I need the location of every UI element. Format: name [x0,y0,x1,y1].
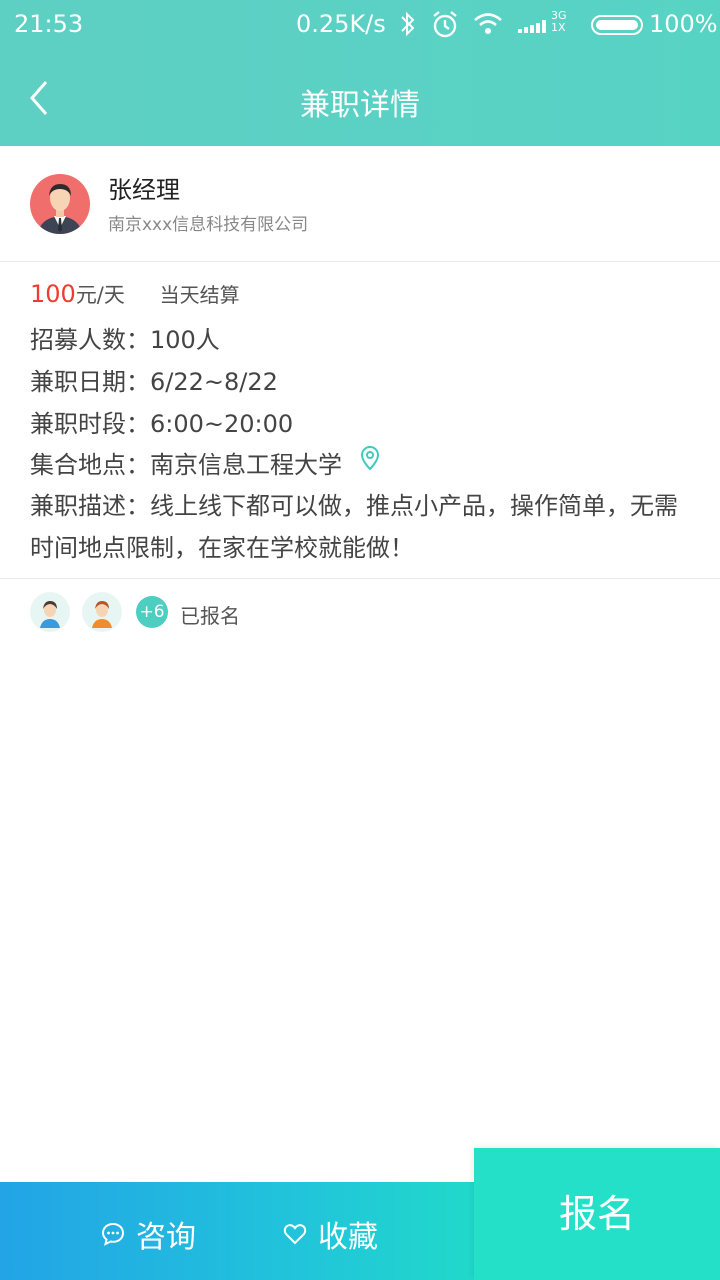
collect-button[interactable]: 收藏 [282,1212,378,1256]
user-avatar-icon [92,601,112,628]
consult-label: 咨询 [136,1220,196,1255]
employer-company: 南京xxx信息科技有限公司 [108,215,309,235]
signed-up-users[interactable]: +6 已报名 [0,580,720,644]
salary-value: 100 [30,280,76,308]
battery-icon [591,15,643,35]
status-bar: 21:53 0.25K/s 3G 1X 100% [0,0,720,50]
avatar-icon [30,174,90,234]
network-type-bottom: 1X [551,21,566,34]
employer-profile[interactable]: 张经理 南京xxx信息科技有限公司 [0,146,720,262]
alarm-icon [433,11,457,38]
page-title: 兼职详情 [300,88,420,123]
collect-label: 收藏 [318,1220,378,1255]
heart-icon [283,1224,307,1245]
location-pin-icon[interactable] [360,445,380,471]
meeting-location-row: 集合地点：南京信息工程大学 [30,445,380,480]
signed-up-label: 已报名 [180,604,240,628]
bluetooth-icon [401,11,415,37]
recruit-count: 招募人数：100人 [30,326,220,354]
battery-level: 100% [649,10,718,38]
chat-bubble-icon [101,1222,125,1246]
job-detail-section: 100元/天 当天结算 招募人数：100人 兼职日期：6/22~8/22 兼职时… [0,263,720,579]
apply-button[interactable]: 报名 [474,1148,720,1280]
job-description: 兼职描述：线上线下都可以做，推点小产品，操作简单，无需时间地点限制，在家在学校就… [30,492,678,562]
signed-user-avatar [30,592,70,632]
settlement-type: 当天结算 [159,283,240,307]
more-users-badge: +6 [136,596,168,628]
user-avatar-icon [40,601,60,628]
avatar [30,174,90,234]
employer-name: 张经理 [108,176,180,204]
wifi-icon [474,13,502,34]
header-bar: 21:53 0.25K/s 3G 1X 100% 兼职详情 [0,0,720,146]
job-time: 兼职时段：6:00~20:00 [30,410,294,438]
status-time: 21:53 [14,10,84,38]
network-type: 3G 1X [551,10,567,34]
salary-unit: 元/天 [75,283,125,307]
meeting-location: 集合地点：南京信息工程大学 [30,451,342,479]
signal-icon [518,20,546,33]
job-date: 兼职日期：6/22~8/22 [30,368,278,396]
signed-user-avatar [82,592,122,632]
consult-button[interactable]: 咨询 [100,1212,196,1256]
salary-row: 100元/天 当天结算 [30,279,240,309]
status-speed: 0.25K/s [296,10,386,38]
